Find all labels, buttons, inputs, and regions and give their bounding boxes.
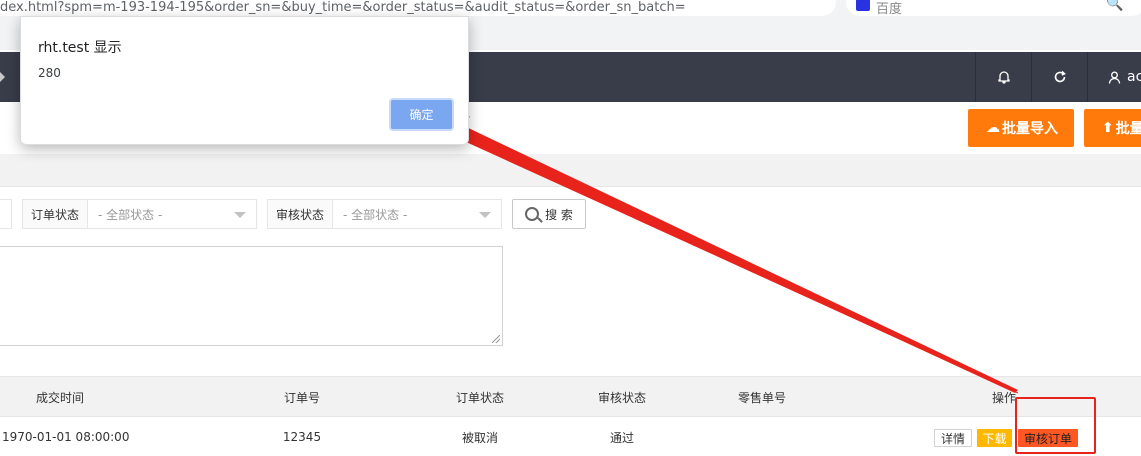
menu-toggle-icon[interactable]	[0, 72, 5, 82]
url-text[interactable]: dex.html?spm=m-193-194-195&order_sn=&buy…	[0, 0, 700, 15]
filter-panel: 订单状态 - 全部状态 - 审核状态 - 全部状态 - 搜 索	[0, 186, 1141, 376]
batch-import-label: 批量导入	[1002, 121, 1058, 137]
chevron-down-icon	[479, 212, 491, 218]
search-icon	[525, 207, 540, 221]
download-button[interactable]: 下载	[977, 429, 1012, 447]
chevron-down-icon	[234, 212, 246, 218]
column-header-order-status: 订单状态	[455, 390, 504, 405]
baidu-logo-icon	[856, 0, 870, 11]
cell-order-status: 被取消	[461, 430, 498, 445]
dialog-title: rht.test 显示	[38, 40, 122, 56]
search-engine-label: 百度	[876, 2, 903, 17]
search-icon[interactable]: 🔍	[1106, 0, 1123, 12]
page-divider	[0, 154, 1141, 186]
dialog-message: 280	[38, 66, 61, 80]
address-bar[interactable]: dex.html?spm=m-193-194-195&order_sn=&buy…	[0, 0, 836, 16]
search-engine-box[interactable]: 百度 🔍	[846, 0, 1141, 17]
audit-status-label: 审核状态	[268, 200, 333, 228]
refresh-button[interactable]	[1031, 52, 1087, 102]
cloud-upload-icon: ☁	[986, 120, 1000, 136]
annotation-highlight-box	[1015, 397, 1096, 454]
column-header-order-no: 订单号	[283, 390, 320, 405]
order-status-value: - 全部状态 -	[98, 207, 163, 222]
user-name: ac	[1127, 69, 1141, 85]
table-header: 成交时间 订单号 订单状态 审核状态 零售单号 操作	[0, 376, 1141, 416]
user-icon	[1108, 71, 1121, 84]
user-menu[interactable]: ac	[1087, 52, 1141, 102]
order-status-select[interactable]: - 全部状态 -	[88, 200, 256, 228]
search-button[interactable]: 搜 索	[512, 199, 586, 229]
alert-dialog: rht.test 显示 280 确定	[20, 16, 469, 145]
dialog-ok-button[interactable]: 确定	[389, 98, 454, 131]
cell-retail-no	[722, 417, 802, 456]
cell-audit-status: 通过	[609, 430, 634, 445]
table-row: 1970-01-01 08:00:00 12345 被取消 通过 详情 下载 审…	[0, 416, 1141, 456]
column-header-audit-status: 审核状态	[597, 390, 646, 405]
batch-order-textarea[interactable]	[0, 246, 503, 346]
resize-handle-icon[interactable]	[492, 335, 500, 343]
audit-status-value: - 全部状态 -	[343, 207, 408, 222]
cell-time: 1970-01-01 08:00:00	[2, 430, 130, 444]
order-status-filter[interactable]: 订单状态 - 全部状态 -	[22, 199, 257, 229]
audit-status-select[interactable]: - 全部状态 -	[333, 200, 501, 228]
search-button-label: 搜 索	[545, 207, 573, 222]
batch-import-button[interactable]: ☁ 批量导入	[968, 109, 1074, 147]
column-header-retail-no: 零售单号	[737, 390, 786, 405]
column-header-time: 成交时间	[35, 390, 84, 405]
cell-order-no: 12345	[282, 430, 322, 444]
audit-status-filter[interactable]: 审核状态 - 全部状态 -	[267, 199, 502, 229]
order-number-field[interactable]	[0, 199, 12, 229]
bell-icon	[997, 71, 1010, 84]
batch-action-button[interactable]: ⬆ 批量	[1084, 109, 1141, 147]
upload-icon: ⬆	[1102, 120, 1114, 136]
batch-action-label: 批量	[1115, 121, 1141, 137]
notification-button[interactable]	[975, 52, 1031, 102]
refresh-icon	[1054, 70, 1066, 83]
detail-button[interactable]: 详情	[934, 429, 972, 447]
order-status-label: 订单状态	[23, 200, 88, 228]
